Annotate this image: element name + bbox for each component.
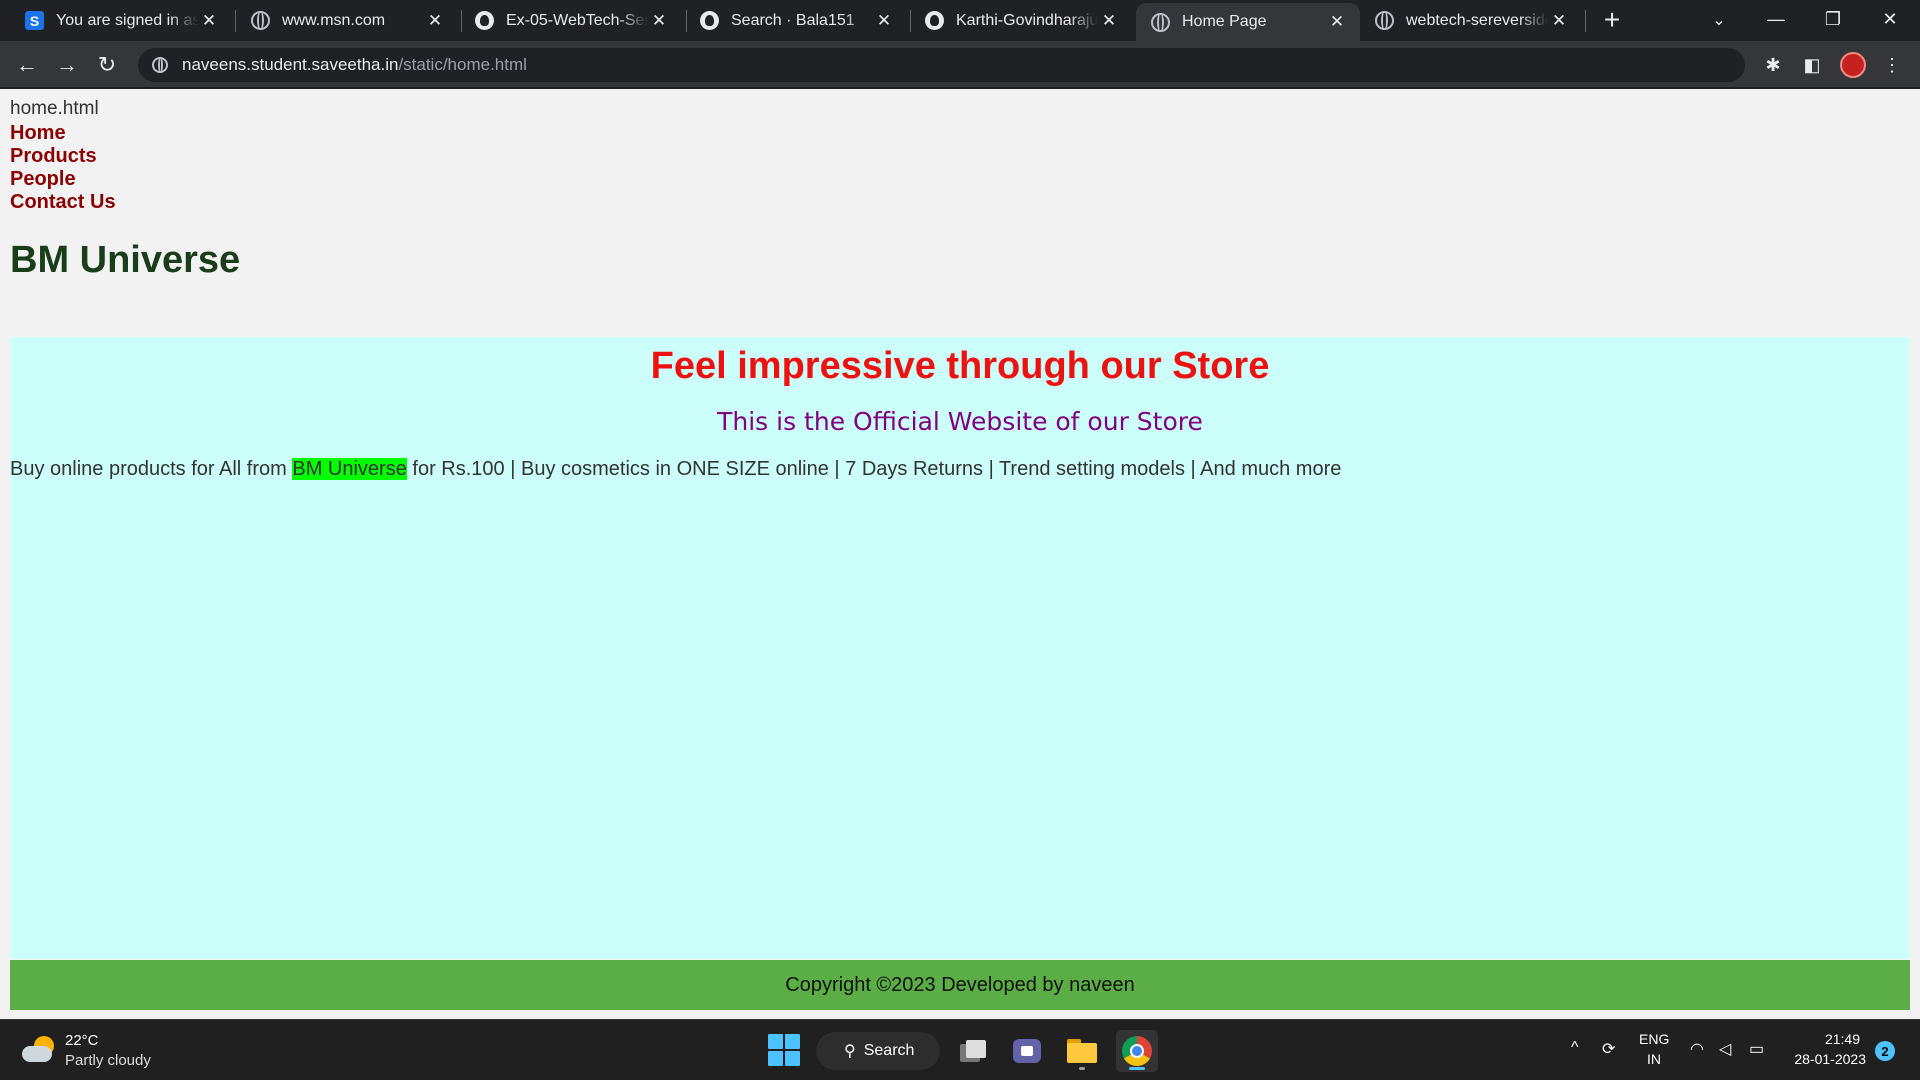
github-icon xyxy=(475,11,494,30)
taskbar-search-label: Search xyxy=(863,1042,915,1059)
input-language[interactable]: ENG xyxy=(1639,1031,1669,1047)
forward-arrow-icon[interactable]: → xyxy=(51,49,83,81)
tab-title: Ex-05-WebTech-Serve xyxy=(506,11,648,29)
weather-partly-cloudy-icon[interactable] xyxy=(22,1034,56,1064)
minimize-icon[interactable]: — xyxy=(1748,0,1804,38)
running-indicator xyxy=(1079,1067,1085,1070)
file-explorer-button[interactable] xyxy=(1061,1030,1103,1072)
folder-icon xyxy=(1067,1039,1097,1063)
cloud-shape xyxy=(22,1046,52,1062)
task-view-button[interactable] xyxy=(952,1030,994,1072)
close-icon[interactable]: ✕ xyxy=(648,10,670,32)
page-footer: Copyright ©2023 Developed by naveen xyxy=(10,960,1910,1010)
active-indicator xyxy=(1129,1067,1145,1070)
tab-msn[interactable]: www.msn.com ✕ xyxy=(236,0,458,41)
tab-signed-in[interactable]: S You are signed in as 2 ✕ xyxy=(10,0,232,41)
volume-icon[interactable]: ◁ xyxy=(1719,1039,1731,1059)
nav-link-people[interactable]: People xyxy=(10,168,116,191)
input-region[interactable]: IN xyxy=(1639,1051,1669,1067)
task-view-icon xyxy=(960,1040,986,1062)
clock-date[interactable]: 28-01-2023 xyxy=(1784,1051,1866,1067)
close-icon[interactable]: ✕ xyxy=(424,10,446,32)
reload-icon[interactable]: ↻ xyxy=(91,49,123,81)
window-close-icon[interactable]: ✕ xyxy=(1862,0,1918,38)
url-host: naveens.student.saveetha.in xyxy=(182,55,399,74)
site-title: BM Universe xyxy=(10,239,241,281)
chevron-down-icon[interactable]: ⌄ xyxy=(1708,10,1730,32)
taskbar-search-button[interactable]: ⚲ Search xyxy=(816,1032,940,1070)
windows-taskbar: 22°C Partly cloudy ⚲ Search ^ ⟳ ENG IN ◠… xyxy=(0,1019,1920,1080)
site-navigation: Home Products People Contact Us xyxy=(10,122,116,214)
page-viewport: home.html Home Products People Contact U… xyxy=(0,89,1920,1019)
close-icon[interactable]: ✕ xyxy=(1326,11,1348,33)
tab-title: You are signed in as 2 xyxy=(56,11,198,29)
globe-icon xyxy=(251,11,270,30)
new-tab-button[interactable]: + xyxy=(1598,6,1626,34)
tab-title: Search · Bala151 xyxy=(731,11,855,29)
sync-icon[interactable]: ⟳ xyxy=(1602,1039,1615,1059)
close-icon[interactable]: ✕ xyxy=(198,10,220,32)
tab-search-bala151[interactable]: Search · Bala151 ✕ xyxy=(685,0,907,41)
promo-text-before: Buy online products for All from xyxy=(10,458,293,480)
search-icon: ⚲ xyxy=(844,1043,856,1060)
teams-chat-button[interactable] xyxy=(1006,1030,1048,1072)
windows-start-icon[interactable] xyxy=(768,1034,800,1066)
brand-highlight: BM Universe xyxy=(292,458,407,480)
start-tile xyxy=(768,1034,783,1049)
banner-promo-text: Buy online products for All from BM Univ… xyxy=(10,458,1341,481)
tab-title: Karthi-Govindharaju/E xyxy=(956,11,1098,29)
github-icon xyxy=(925,11,944,30)
close-icon[interactable]: ✕ xyxy=(1548,10,1570,32)
browser-tab-strip: S You are signed in as 2 ✕ www.msn.com ✕… xyxy=(0,0,1920,41)
promo-text-after: for Rs.100 | Buy cosmetics in ONE SIZE o… xyxy=(406,458,1342,480)
github-icon xyxy=(700,11,719,30)
banner-subheadline: This is the Official Website of our Stor… xyxy=(717,407,1203,436)
weather-description[interactable]: Partly cloudy xyxy=(65,1052,151,1069)
chevron-up-icon[interactable]: ^ xyxy=(1571,1039,1579,1057)
notification-badge[interactable]: 2 xyxy=(1875,1041,1895,1061)
tab-title: www.msn.com xyxy=(282,11,386,29)
tab-title: webtech-sereverside xyxy=(1406,11,1548,29)
tab-karthi-govindharaju[interactable]: Karthi-Govindharaju/E ✕ xyxy=(910,0,1132,41)
teams-icon xyxy=(1013,1039,1041,1063)
browser-toolbar: ← → ↻ naveens.student.saveetha.in/static… xyxy=(0,41,1920,88)
start-tile xyxy=(785,1051,800,1066)
chrome-icon xyxy=(1122,1036,1152,1066)
tab-home-page[interactable]: Home Page ✕ xyxy=(1136,3,1360,41)
start-tile xyxy=(768,1051,783,1066)
back-arrow-icon[interactable]: ← xyxy=(11,49,43,81)
tab-webtech-serverside[interactable]: webtech-sereverside ✕ xyxy=(1360,0,1582,41)
tab-ex05-webtech[interactable]: Ex-05-WebTech-Serve ✕ xyxy=(460,0,682,41)
nav-link-home[interactable]: Home xyxy=(10,122,116,145)
close-icon[interactable]: ✕ xyxy=(1098,10,1120,32)
clock-time[interactable]: 21:49 xyxy=(1790,1031,1860,1047)
banner-headline: Feel impressive through our Store xyxy=(650,345,1270,387)
address-bar[interactable]: naveens.student.saveetha.in/static/home.… xyxy=(138,48,1745,82)
globe-icon xyxy=(1151,12,1170,32)
store-banner: Feel impressive through our Store This i… xyxy=(10,337,1910,959)
chrome-taskbar-button[interactable] xyxy=(1116,1030,1158,1072)
nav-link-contact-us[interactable]: Contact Us xyxy=(10,191,116,214)
start-tile xyxy=(785,1034,800,1049)
site-info-icon[interactable] xyxy=(152,57,168,73)
weather-temperature[interactable]: 22°C xyxy=(65,1032,99,1049)
side-panel-icon[interactable]: ◧ xyxy=(1801,54,1823,76)
menu-kebab-icon[interactable]: ⋮ xyxy=(1881,54,1903,76)
tab-title: Home Page xyxy=(1182,13,1267,30)
tab-divider xyxy=(1585,10,1586,32)
nav-link-products[interactable]: Products xyxy=(10,145,116,168)
wifi-icon[interactable]: ◠ xyxy=(1690,1039,1704,1059)
battery-icon[interactable]: ▭ xyxy=(1749,1039,1764,1059)
profile-avatar[interactable] xyxy=(1840,52,1866,78)
globe-icon xyxy=(1375,11,1394,30)
s-icon: S xyxy=(25,11,44,30)
url-path: /static/home.html xyxy=(398,55,527,74)
extensions-puzzle-icon[interactable]: ✱ xyxy=(1762,54,1784,76)
restore-icon[interactable]: ❐ xyxy=(1805,0,1861,38)
close-icon[interactable]: ✕ xyxy=(873,10,895,32)
file-caption: home.html xyxy=(10,98,99,119)
